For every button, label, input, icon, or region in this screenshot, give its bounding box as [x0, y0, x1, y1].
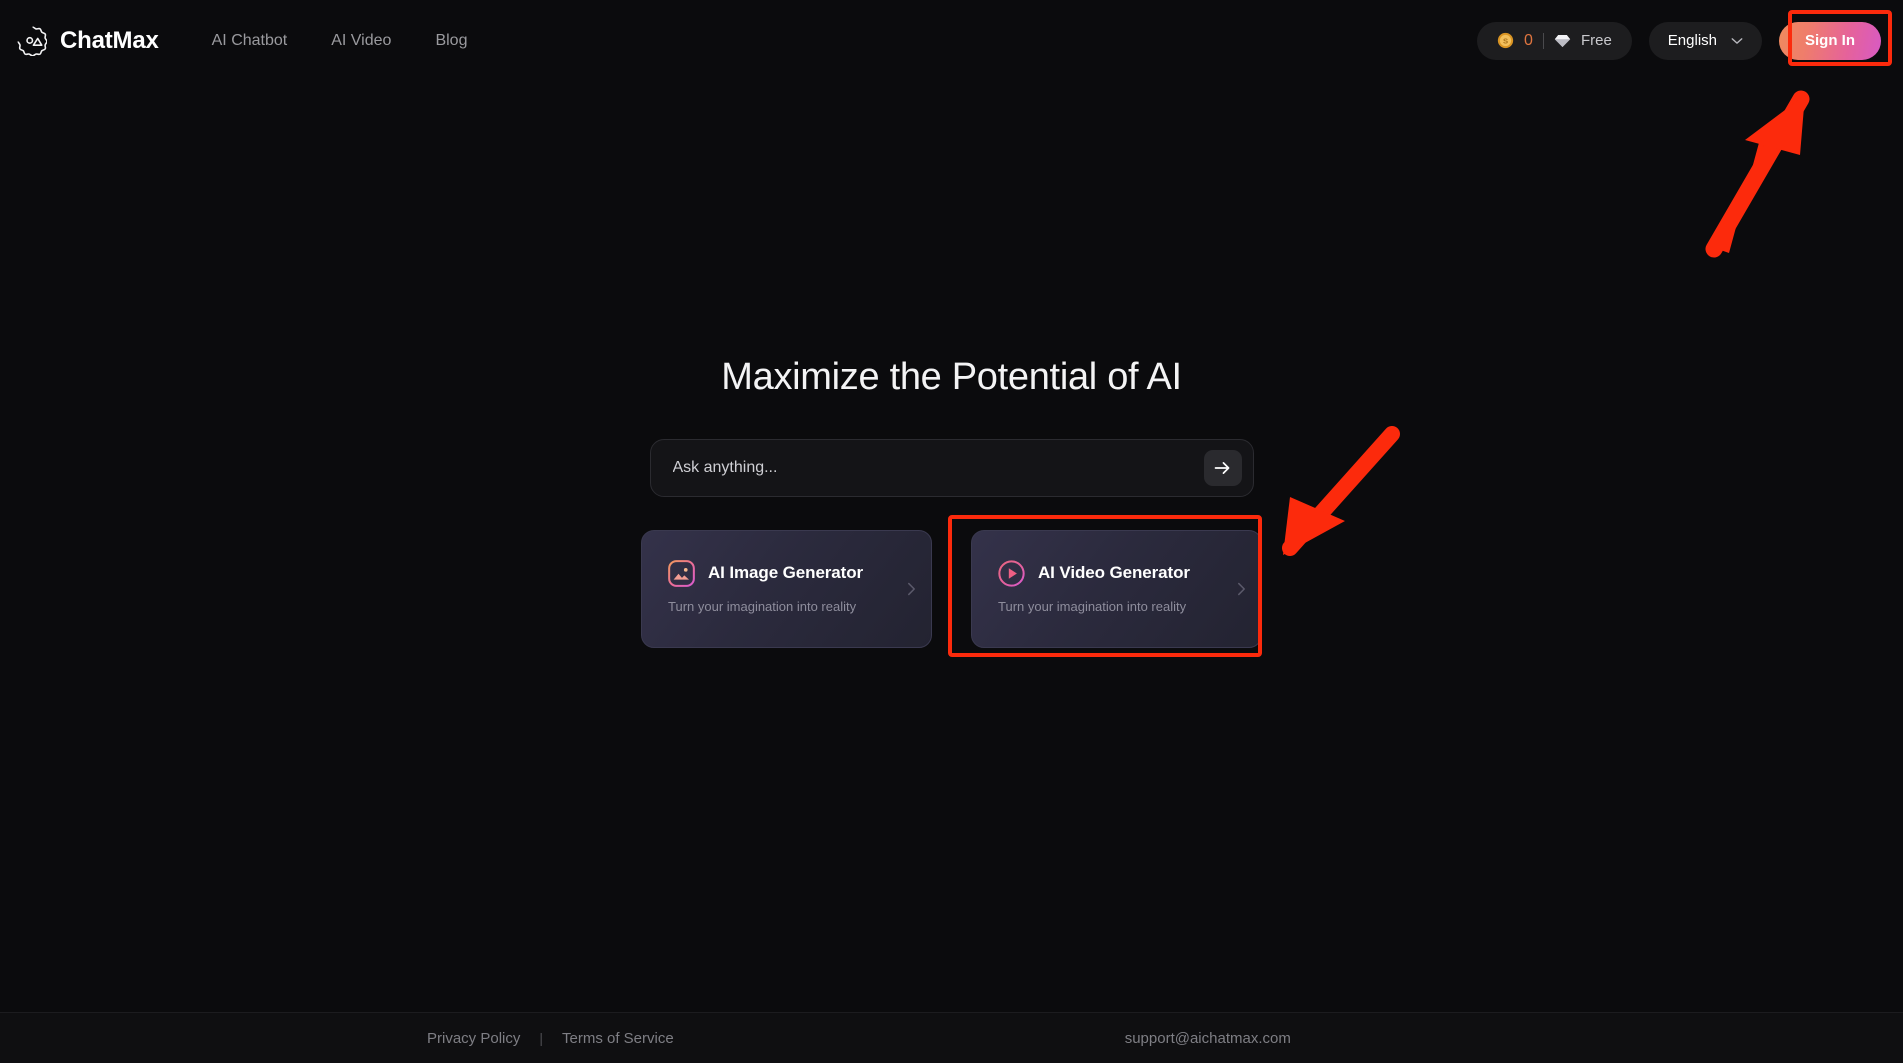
page-title: Maximize the Potential of AI [721, 356, 1182, 398]
brand-name: ChatMax [60, 26, 159, 54]
brand-logo[interactable]: ChatMax [17, 25, 159, 56]
gear-logo-icon [17, 25, 47, 56]
footer-link-terms-of-service[interactable]: Terms of Service [562, 1030, 674, 1047]
nav-link-blog[interactable]: Blog [435, 32, 467, 50]
ask-send-button[interactable] [1203, 449, 1242, 486]
footer: Privacy Policy | Terms of Service suppor… [0, 1012, 1903, 1063]
footer-link-privacy-policy[interactable]: Privacy Policy [427, 1030, 520, 1047]
page-root: ChatMax AI Chatbot AI Video Blog S 0 Fre… [0, 0, 1903, 1063]
card-title: AI Video Generator [1038, 563, 1190, 583]
card-ai-image-generator[interactable]: AI Image Generator Turn your imagination… [641, 529, 932, 648]
nav-link-ai-chatbot[interactable]: AI Chatbot [212, 32, 288, 50]
footer-separator: | [539, 1030, 543, 1046]
footer-links: Privacy Policy | Terms of Service [427, 1030, 674, 1047]
pill-divider [1542, 32, 1544, 49]
language-label: English [1667, 32, 1717, 49]
support-email: support@aichatmax.com [1124, 1029, 1291, 1047]
card-header: AI Image Generator [668, 559, 907, 587]
language-select[interactable]: English [1648, 21, 1762, 60]
card-subtitle: Turn your imagination into reality [668, 598, 857, 614]
main-nav: AI Chatbot AI Video Blog [212, 32, 468, 50]
credits-pill[interactable]: S 0 Free [1477, 21, 1632, 60]
card-ai-video-generator[interactable]: AI Video Generator Turn your imagination… [971, 529, 1262, 648]
ask-input[interactable] [650, 439, 1204, 496]
diamond-icon [1554, 34, 1571, 48]
credits-count: 0 [1524, 31, 1533, 49]
header: ChatMax AI Chatbot AI Video Blog S 0 Fre… [0, 0, 1903, 81]
header-actions: S 0 Free English Sign In [1477, 21, 1881, 60]
play-circle-icon [998, 559, 1025, 587]
card-subtitle: Turn your imagination into reality [998, 598, 1187, 614]
arrow-up-right-icon [1705, 90, 1810, 258]
arrow-right-icon [1214, 461, 1231, 475]
coin-icon: S [1497, 32, 1514, 49]
sign-in-button[interactable]: Sign In [1779, 21, 1881, 60]
card-header: AI Video Generator [998, 559, 1237, 587]
svg-text:S: S [1503, 37, 1508, 46]
plan-label: Free [1580, 32, 1612, 49]
ask-anything-container [649, 438, 1254, 497]
chevron-down-icon [1731, 37, 1743, 45]
generator-cards: AI Image Generator Turn your imagination… [641, 529, 1262, 648]
card-title: AI Image Generator [708, 563, 864, 583]
image-icon [668, 559, 695, 587]
nav-link-ai-video[interactable]: AI Video [331, 32, 391, 50]
hero-section: Maximize the Potential of AI Ask anythin… [0, 355, 1903, 648]
